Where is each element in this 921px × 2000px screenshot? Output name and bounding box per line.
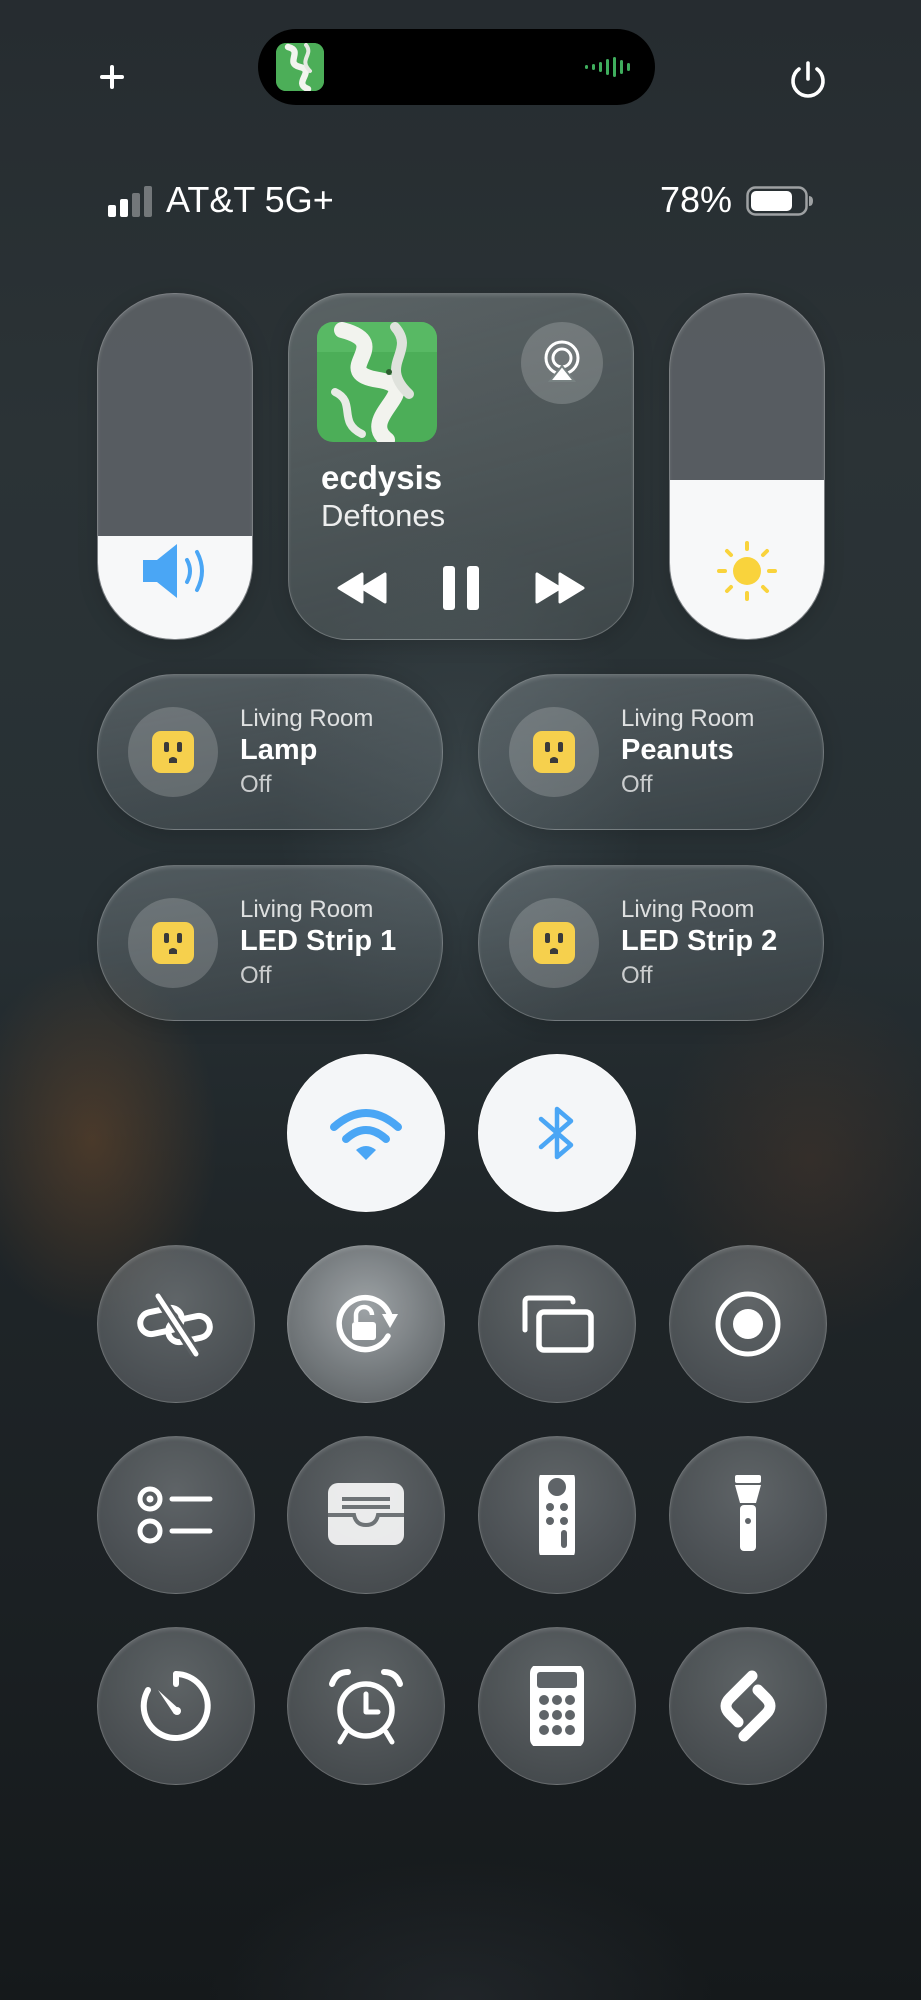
- outlet-icon: [152, 922, 194, 964]
- carrier-label: AT&T 5G+: [166, 179, 334, 220]
- accessory-tile-led-strip-1[interactable]: Living Room LED Strip 1 Off: [97, 865, 443, 1021]
- reminders-button[interactable]: [97, 1436, 255, 1594]
- audio-waveform-icon: [585, 57, 630, 77]
- brightness-slider[interactable]: [669, 293, 825, 640]
- dynamic-island[interactable]: [258, 29, 655, 105]
- accessory-room: Living Room: [621, 896, 755, 923]
- calculator-icon: [530, 1666, 584, 1746]
- rotation-lock-button[interactable]: [287, 1245, 445, 1403]
- screen-record-button[interactable]: [669, 1245, 827, 1403]
- timer-icon: [140, 1671, 211, 1741]
- shazam-button[interactable]: [669, 1627, 827, 1785]
- island-album-art: [276, 43, 324, 91]
- accessory-icon-circle: [128, 707, 218, 797]
- wifi-icon: [330, 1109, 402, 1160]
- accessory-name: LED Strip 1: [240, 925, 397, 957]
- song-title: ecdysis: [321, 459, 443, 496]
- accessory-tile-peanuts[interactable]: Living Room Peanuts Off: [478, 674, 824, 830]
- accessory-name: Lamp: [240, 734, 318, 766]
- volume-slider[interactable]: [97, 293, 253, 640]
- artist-name: Deftones: [321, 498, 446, 533]
- flashlight-icon: [735, 1475, 761, 1551]
- accessory-name: LED Strip 2: [621, 925, 778, 957]
- alarm-icon: [329, 1669, 403, 1745]
- signal-strength-icon: [108, 186, 152, 217]
- outlet-icon: [533, 922, 575, 964]
- sun-icon: [717, 541, 777, 601]
- speaker-icon: [143, 544, 204, 598]
- accessory-icon-circle: [509, 898, 599, 988]
- alarm-button[interactable]: [287, 1627, 445, 1785]
- outlet-icon: [152, 731, 194, 773]
- accessory-icon-circle: [509, 707, 599, 797]
- accessory-room: Living Room: [240, 705, 374, 732]
- accessory-state: Off: [621, 771, 653, 798]
- battery-icon: [746, 186, 813, 216]
- screen-record-icon: [715, 1291, 781, 1357]
- accessory-tile-led-strip-2[interactable]: Living Room LED Strip 2 Off: [478, 865, 824, 1021]
- accessory-room: Living Room: [240, 896, 374, 923]
- bluetooth-icon: [538, 1106, 574, 1160]
- add-button[interactable]: [90, 55, 134, 99]
- accessory-tile-lamp[interactable]: Living Room Lamp Off: [97, 674, 443, 830]
- rotation-lock-icon: [336, 1294, 398, 1353]
- power-icon[interactable]: [786, 58, 830, 102]
- reminders-icon: [137, 1486, 213, 1544]
- outlet-icon: [533, 731, 575, 773]
- accessory-state: Off: [621, 962, 653, 989]
- bluetooth-toggle[interactable]: [478, 1054, 636, 1212]
- link-off-button[interactable]: [97, 1245, 255, 1403]
- album-art: [317, 322, 437, 442]
- apple-tv-remote-button[interactable]: [478, 1436, 636, 1594]
- airplay-button[interactable]: [521, 322, 603, 404]
- battery-percentage: 78%: [660, 179, 733, 220]
- screen-mirroring-icon: [522, 1295, 594, 1353]
- accessory-name: Peanuts: [621, 734, 734, 766]
- calculator-button[interactable]: [478, 1627, 636, 1785]
- accessory-room: Living Room: [621, 705, 755, 732]
- fast-forward-icon[interactable]: [533, 564, 587, 612]
- now-playing-tile[interactable]: ecdysis Deftones: [288, 293, 634, 640]
- airplay-icon: [544, 340, 580, 382]
- timer-button[interactable]: [97, 1627, 255, 1785]
- shazam-icon: [720, 1670, 776, 1742]
- accessory-state: Off: [240, 771, 272, 798]
- screen-mirroring-button[interactable]: [478, 1245, 636, 1403]
- accessory-icon-circle: [128, 898, 218, 988]
- wifi-toggle[interactable]: [287, 1054, 445, 1212]
- rewind-icon[interactable]: [335, 564, 389, 612]
- accessory-state: Off: [240, 962, 272, 989]
- wallet-button[interactable]: [287, 1436, 445, 1594]
- wallet-icon: [328, 1483, 404, 1545]
- flashlight-button[interactable]: [669, 1436, 827, 1594]
- remote-icon: [539, 1475, 575, 1555]
- link-off-icon: [137, 1292, 213, 1358]
- pause-icon[interactable]: [437, 564, 485, 612]
